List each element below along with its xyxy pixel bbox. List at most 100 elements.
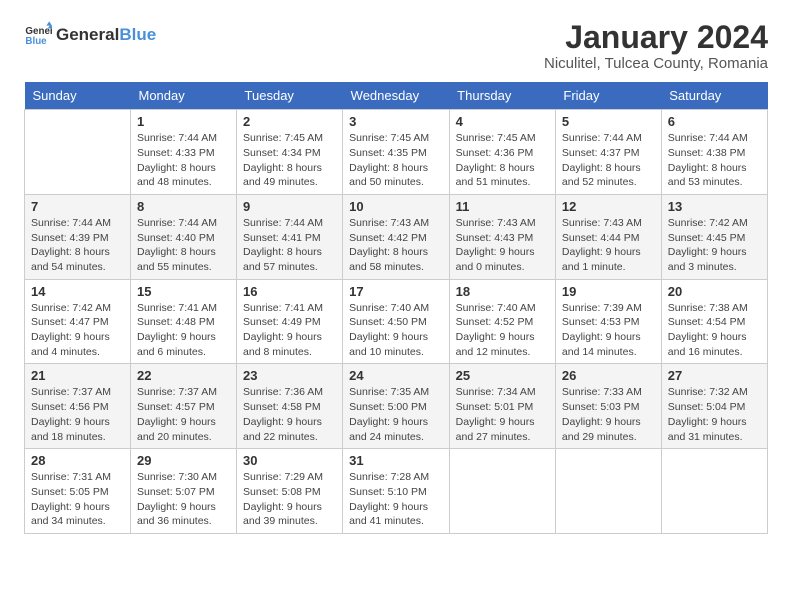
day-detail: Sunrise: 7:30 AMSunset: 5:07 PMDaylight:… xyxy=(137,470,230,529)
calendar-cell: 7 Sunrise: 7:44 AMSunset: 4:39 PMDaylight… xyxy=(25,194,131,279)
calendar-cell: 19 Sunrise: 7:39 AMSunset: 4:53 PMDayligh… xyxy=(555,279,661,364)
header-day-sunday: Sunday xyxy=(25,82,131,110)
calendar-cell: 23 Sunrise: 7:36 AMSunset: 4:58 PMDayligh… xyxy=(237,364,343,449)
calendar-cell: 15 Sunrise: 7:41 AMSunset: 4:48 PMDayligh… xyxy=(131,279,237,364)
calendar-cell: 29 Sunrise: 7:30 AMSunset: 5:07 PMDayligh… xyxy=(131,449,237,534)
calendar-cell: 10 Sunrise: 7:43 AMSunset: 4:42 PMDayligh… xyxy=(343,194,450,279)
calendar-cell: 17Sunrise: 7:40 AMSunset: 4:50 PMDayligh… xyxy=(343,279,450,364)
calendar-cell: 28 Sunrise: 7:31 AMSunset: 5:05 PMDayligh… xyxy=(25,449,131,534)
day-number: 5 xyxy=(562,114,655,129)
day-detail: Sunrise: 7:43 AMSunset: 4:44 PMDaylight:… xyxy=(562,216,655,275)
title-area: January 2024 Niculitel, Tulcea County, R… xyxy=(544,20,768,72)
day-detail: Sunrise: 7:33 AMSunset: 5:03 PMDaylight:… xyxy=(562,385,655,444)
day-number: 12 xyxy=(562,199,655,214)
day-number: 16 xyxy=(243,284,336,299)
calendar-cell: 14 Sunrise: 7:42 AMSunset: 4:47 PMDayligh… xyxy=(25,279,131,364)
logo: General Blue GeneralBlue xyxy=(24,20,156,48)
day-number: 1 xyxy=(137,114,230,129)
calendar-week-row: 14 Sunrise: 7:42 AMSunset: 4:47 PMDayligh… xyxy=(25,279,768,364)
day-number: 25 xyxy=(456,368,549,383)
day-number: 28 xyxy=(31,453,124,468)
day-detail: Sunrise: 7:45 AMSunset: 4:35 PMDaylight:… xyxy=(349,131,443,190)
calendar-cell: 11 Sunrise: 7:43 AMSunset: 4:43 PMDayligh… xyxy=(449,194,555,279)
header: General Blue GeneralBlue January 2024 Ni… xyxy=(24,20,768,72)
day-detail: Sunrise: 7:43 AMSunset: 4:43 PMDaylight:… xyxy=(456,216,549,275)
day-number: 15 xyxy=(137,284,230,299)
day-detail: Sunrise: 7:45 AMSunset: 4:34 PMDaylight:… xyxy=(243,131,336,190)
calendar-cell xyxy=(449,449,555,534)
calendar-cell: 5 Sunrise: 7:44 AMSunset: 4:37 PMDaylight… xyxy=(555,110,661,195)
logo-icon: General Blue xyxy=(24,20,52,48)
calendar-cell: 25 Sunrise: 7:34 AMSunset: 5:01 PMDayligh… xyxy=(449,364,555,449)
day-number: 14 xyxy=(31,284,124,299)
day-number: 9 xyxy=(243,199,336,214)
day-number: 7 xyxy=(31,199,124,214)
calendar-cell: 1 Sunrise: 7:44 AMSunset: 4:33 PMDaylight… xyxy=(131,110,237,195)
day-detail: Sunrise: 7:44 AMSunset: 4:33 PMDaylight:… xyxy=(137,131,230,190)
header-day-friday: Friday xyxy=(555,82,661,110)
day-detail: Sunrise: 7:44 AMSunset: 4:40 PMDaylight:… xyxy=(137,216,230,275)
day-number: 23 xyxy=(243,368,336,383)
day-detail: Sunrise: 7:44 AMSunset: 4:38 PMDaylight:… xyxy=(668,131,761,190)
day-detail: Sunrise: 7:37 AMSunset: 4:57 PMDaylight:… xyxy=(137,385,230,444)
day-detail: Sunrise: 7:41 AMSunset: 4:48 PMDaylight:… xyxy=(137,301,230,360)
calendar-cell: 30 Sunrise: 7:29 AMSunset: 5:08 PMDayligh… xyxy=(237,449,343,534)
day-number: 13 xyxy=(668,199,761,214)
header-day-wednesday: Wednesday xyxy=(343,82,450,110)
calendar-cell: 16 Sunrise: 7:41 AMSunset: 4:49 PMDayligh… xyxy=(237,279,343,364)
calendar-week-row: 21 Sunrise: 7:37 AMSunset: 4:56 PMDayligh… xyxy=(25,364,768,449)
day-detail: Sunrise: 7:37 AMSunset: 4:56 PMDaylight:… xyxy=(31,385,124,444)
day-number: 4 xyxy=(456,114,549,129)
day-detail: Sunrise: 7:28 AMSunset: 5:10 PMDaylight:… xyxy=(349,470,443,529)
day-number: 19 xyxy=(562,284,655,299)
logo-general-text: GeneralBlue xyxy=(56,26,156,43)
day-detail: Sunrise: 7:39 AMSunset: 4:53 PMDaylight:… xyxy=(562,301,655,360)
day-number: 24 xyxy=(349,368,443,383)
day-number: 10 xyxy=(349,199,443,214)
calendar-table: SundayMondayTuesdayWednesdayThursdayFrid… xyxy=(24,82,768,534)
day-detail: Sunrise: 7:29 AMSunset: 5:08 PMDaylight:… xyxy=(243,470,336,529)
day-number: 18 xyxy=(456,284,549,299)
calendar-cell: 13Sunrise: 7:42 AMSunset: 4:45 PMDayligh… xyxy=(661,194,767,279)
page-subtitle: Niculitel, Tulcea County, Romania xyxy=(544,55,768,72)
day-detail: Sunrise: 7:44 AMSunset: 4:37 PMDaylight:… xyxy=(562,131,655,190)
day-detail: Sunrise: 7:35 AMSunset: 5:00 PMDaylight:… xyxy=(349,385,443,444)
day-number: 30 xyxy=(243,453,336,468)
calendar-cell xyxy=(25,110,131,195)
calendar-cell: 6Sunrise: 7:44 AMSunset: 4:38 PMDaylight… xyxy=(661,110,767,195)
day-detail: Sunrise: 7:44 AMSunset: 4:39 PMDaylight:… xyxy=(31,216,124,275)
day-number: 27 xyxy=(668,368,761,383)
calendar-cell: 18 Sunrise: 7:40 AMSunset: 4:52 PMDayligh… xyxy=(449,279,555,364)
day-number: 21 xyxy=(31,368,124,383)
calendar-header-row: SundayMondayTuesdayWednesdayThursdayFrid… xyxy=(25,82,768,110)
day-detail: Sunrise: 7:34 AMSunset: 5:01 PMDaylight:… xyxy=(456,385,549,444)
calendar-week-row: 1 Sunrise: 7:44 AMSunset: 4:33 PMDaylight… xyxy=(25,110,768,195)
day-detail: Sunrise: 7:40 AMSunset: 4:52 PMDaylight:… xyxy=(456,301,549,360)
calendar-cell: 20Sunrise: 7:38 AMSunset: 4:54 PMDayligh… xyxy=(661,279,767,364)
day-detail: Sunrise: 7:43 AMSunset: 4:42 PMDaylight:… xyxy=(349,216,443,275)
day-detail: Sunrise: 7:31 AMSunset: 5:05 PMDaylight:… xyxy=(31,470,124,529)
day-number: 29 xyxy=(137,453,230,468)
svg-text:Blue: Blue xyxy=(25,36,47,47)
day-detail: Sunrise: 7:41 AMSunset: 4:49 PMDaylight:… xyxy=(243,301,336,360)
day-number: 11 xyxy=(456,199,549,214)
page-title: January 2024 xyxy=(544,20,768,55)
day-number: 8 xyxy=(137,199,230,214)
calendar-cell: 22 Sunrise: 7:37 AMSunset: 4:57 PMDayligh… xyxy=(131,364,237,449)
calendar-cell xyxy=(555,449,661,534)
calendar-cell: 24 Sunrise: 7:35 AMSunset: 5:00 PMDayligh… xyxy=(343,364,450,449)
day-detail: Sunrise: 7:40 AMSunset: 4:50 PMDaylight:… xyxy=(349,301,443,360)
header-day-saturday: Saturday xyxy=(661,82,767,110)
day-detail: Sunrise: 7:42 AMSunset: 4:47 PMDaylight:… xyxy=(31,301,124,360)
calendar-cell: 21 Sunrise: 7:37 AMSunset: 4:56 PMDayligh… xyxy=(25,364,131,449)
day-number: 31 xyxy=(349,453,443,468)
day-detail: Sunrise: 7:32 AMSunset: 5:04 PMDaylight:… xyxy=(668,385,761,444)
calendar-cell: 31 Sunrise: 7:28 AMSunset: 5:10 PMDayligh… xyxy=(343,449,450,534)
calendar-cell: 4 Sunrise: 7:45 AMSunset: 4:36 PMDaylight… xyxy=(449,110,555,195)
calendar-cell: 2Sunrise: 7:45 AMSunset: 4:34 PMDaylight… xyxy=(237,110,343,195)
calendar-week-row: 7 Sunrise: 7:44 AMSunset: 4:39 PMDaylight… xyxy=(25,194,768,279)
calendar-cell: 12 Sunrise: 7:43 AMSunset: 4:44 PMDayligh… xyxy=(555,194,661,279)
day-number: 22 xyxy=(137,368,230,383)
day-detail: Sunrise: 7:36 AMSunset: 4:58 PMDaylight:… xyxy=(243,385,336,444)
day-detail: Sunrise: 7:45 AMSunset: 4:36 PMDaylight:… xyxy=(456,131,549,190)
